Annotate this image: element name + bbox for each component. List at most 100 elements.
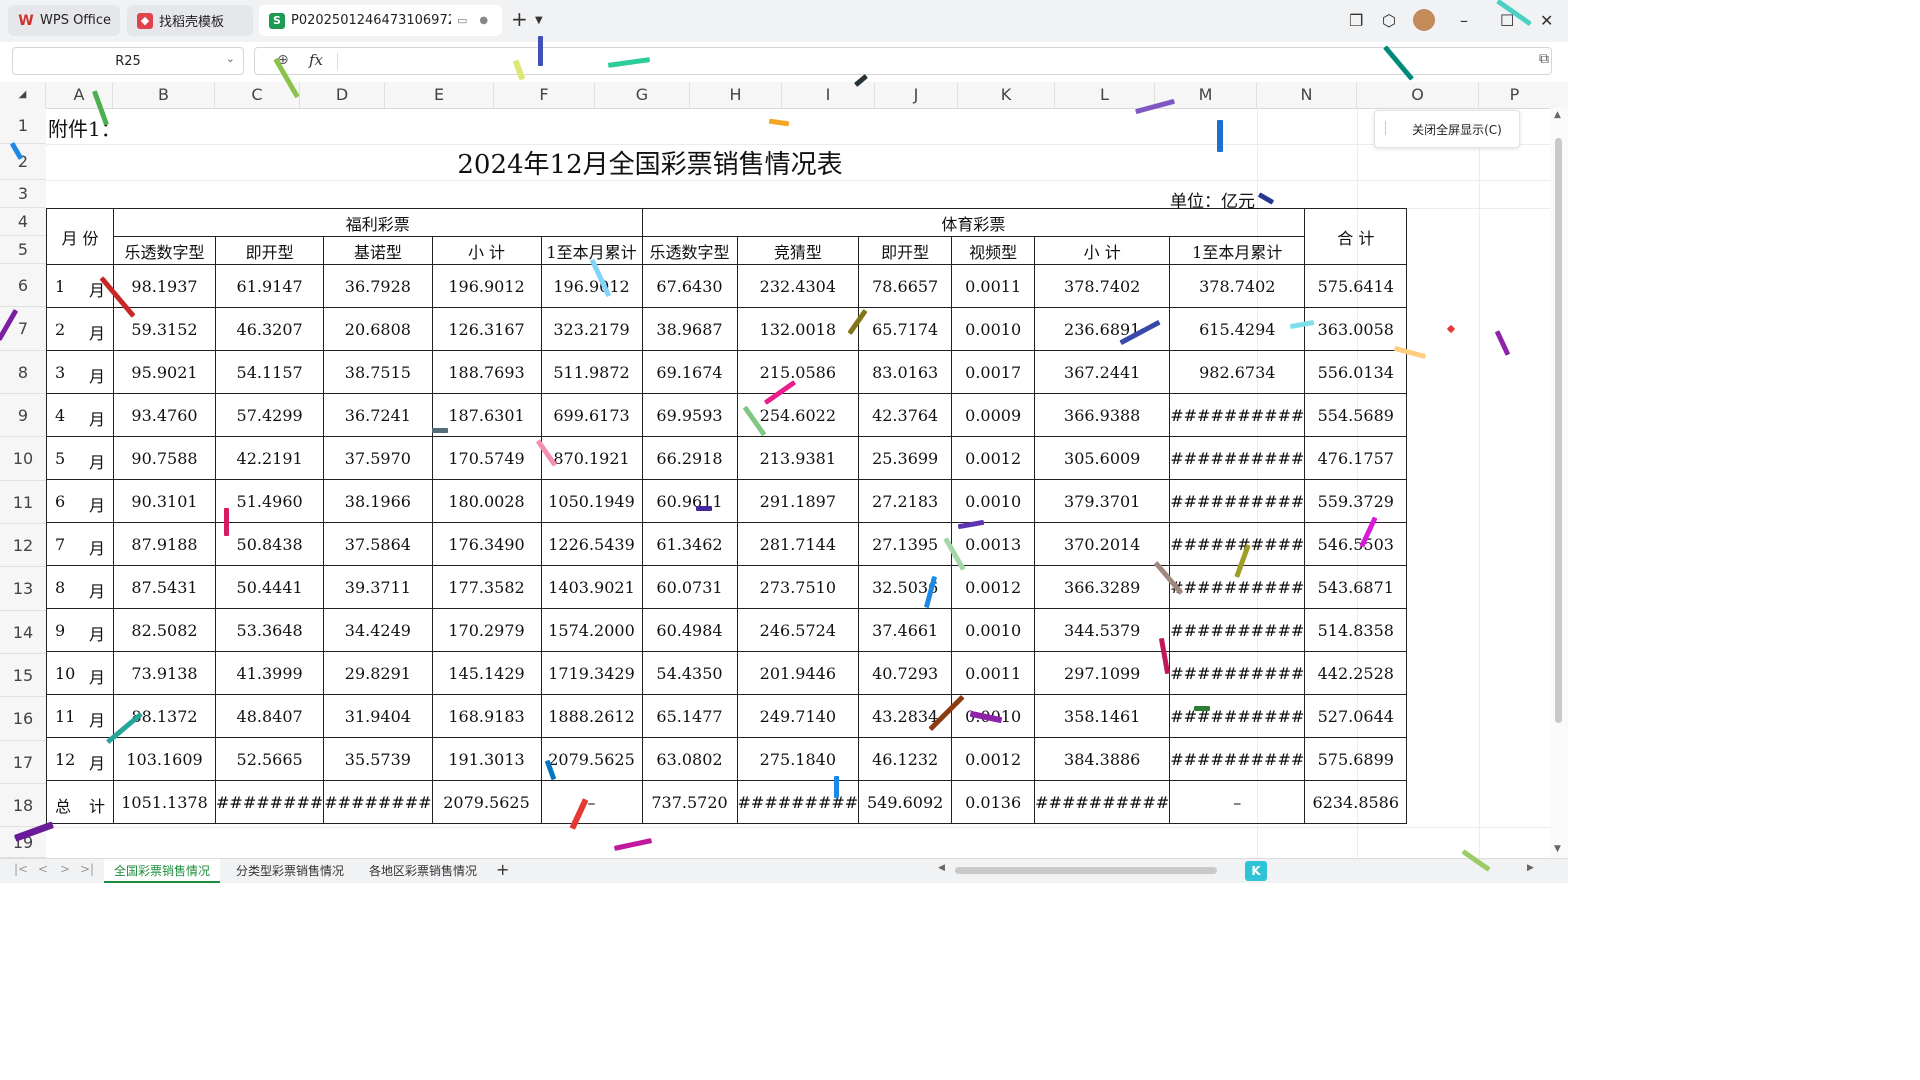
value-cell[interactable]: 511.9872: [540, 350, 643, 394]
tab-docer-templates[interactable]: ◆ 找稻壳模板: [127, 5, 253, 36]
value-cell[interactable]: 575.6899: [1304, 737, 1408, 781]
value-cell[interactable]: 90.7588: [113, 436, 216, 480]
value-cell[interactable]: 60.4984: [641, 608, 738, 652]
value-cell[interactable]: ##########: [1169, 436, 1306, 480]
row-header[interactable]: 6: [0, 264, 46, 307]
month-cell[interactable]: 1月: [46, 264, 114, 308]
value-cell[interactable]: 52.5665: [214, 737, 325, 781]
value-cell[interactable]: 88.1372: [113, 694, 216, 738]
column-subheader[interactable]: 小 计: [431, 236, 542, 265]
value-cell[interactable]: 254.6022: [736, 393, 860, 437]
value-cell[interactable]: 546.5503: [1304, 522, 1408, 566]
value-cell[interactable]: 554.5689: [1304, 393, 1408, 437]
value-cell[interactable]: ##########: [1169, 694, 1306, 738]
column-subheader[interactable]: 基诺型: [323, 236, 433, 265]
value-cell[interactable]: 27.1395: [858, 522, 953, 566]
column-header[interactable]: J: [875, 82, 958, 108]
value-cell[interactable]: 170.5749: [431, 436, 542, 480]
value-cell[interactable]: 50.4441: [214, 565, 325, 609]
prev-sheet-icon[interactable]: <: [38, 862, 48, 876]
value-cell[interactable]: 29.8291: [323, 651, 433, 695]
total-value-cell[interactable]: 2079.5625: [431, 780, 542, 824]
value-cell[interactable]: 344.5379: [1034, 608, 1171, 652]
value-cell[interactable]: 87.5431: [113, 565, 216, 609]
value-cell[interactable]: ##########: [1169, 522, 1306, 566]
value-cell[interactable]: 575.6414: [1304, 264, 1408, 308]
value-cell[interactable]: 442.2528: [1304, 651, 1408, 695]
value-cell[interactable]: 168.9183: [431, 694, 542, 738]
scroll-left-icon[interactable]: ◀: [938, 863, 945, 873]
column-header[interactable]: L: [1055, 82, 1155, 108]
value-cell[interactable]: 0.0012: [951, 565, 1036, 609]
value-cell[interactable]: 273.7510: [736, 565, 860, 609]
value-cell[interactable]: 51.4960: [214, 479, 325, 523]
column-subheader[interactable]: 即开型: [858, 236, 953, 265]
value-cell[interactable]: 323.2179: [540, 307, 643, 351]
month-cell[interactable]: 8月: [46, 565, 114, 609]
sheet-tab-national[interactable]: 全国彩票销售情况: [104, 859, 221, 883]
column-subheader[interactable]: 小 计: [1034, 236, 1171, 265]
column-subheader[interactable]: 1至本月累计: [1169, 236, 1306, 265]
value-cell[interactable]: 305.6009: [1034, 436, 1171, 480]
scroll-down-icon[interactable]: ▼: [1554, 844, 1561, 854]
value-cell[interactable]: 615.4294: [1169, 307, 1306, 351]
row-header[interactable]: 5: [0, 236, 46, 264]
horizontal-scroll-thumb[interactable]: [955, 867, 1217, 874]
column-subheader[interactable]: 乐透数字型: [113, 236, 216, 265]
value-cell[interactable]: 543.6871: [1304, 565, 1408, 609]
value-cell[interactable]: 1574.2000: [540, 608, 643, 652]
value-cell[interactable]: 1050.1949: [540, 479, 643, 523]
sports-lottery-header[interactable]: 体育彩票: [641, 208, 1306, 237]
column-subheader[interactable]: 竞猜型: [736, 236, 860, 265]
total-value-cell[interactable]: ##########: [1034, 780, 1171, 824]
scroll-up-icon[interactable]: ▲: [1554, 110, 1561, 120]
expand-formula-icon[interactable]: ⧉: [1539, 51, 1549, 67]
value-cell[interactable]: 291.1897: [736, 479, 860, 523]
value-cell[interactable]: 38.9687: [641, 307, 738, 351]
value-cell[interactable]: 358.1461: [1034, 694, 1171, 738]
value-cell[interactable]: 98.1937: [113, 264, 216, 308]
value-cell[interactable]: 132.0018: [736, 307, 860, 351]
column-header[interactable]: A: [46, 82, 113, 108]
value-cell[interactable]: 69.9593: [641, 393, 738, 437]
value-cell[interactable]: 61.3462: [641, 522, 738, 566]
unsaved-dot-icon[interactable]: ●: [479, 15, 488, 26]
month-cell[interactable]: 3月: [46, 350, 114, 394]
value-cell[interactable]: 36.7241: [323, 393, 433, 437]
value-cell[interactable]: 31.9404: [323, 694, 433, 738]
value-cell[interactable]: 1888.2612: [540, 694, 643, 738]
row-header[interactable]: 2: [0, 144, 46, 180]
column-header[interactable]: K: [958, 82, 1055, 108]
value-cell[interactable]: 0.0010: [951, 307, 1036, 351]
total-value-cell[interactable]: 737.5720: [641, 780, 738, 824]
value-cell[interactable]: 69.1674: [641, 350, 738, 394]
column-header[interactable]: D: [300, 82, 385, 108]
value-cell[interactable]: 177.3582: [431, 565, 542, 609]
value-cell[interactable]: 90.3101: [113, 479, 216, 523]
value-cell[interactable]: 170.2979: [431, 608, 542, 652]
value-cell[interactable]: 41.3999: [214, 651, 325, 695]
sheet-title[interactable]: 2024年12月全国彩票销售情况表: [385, 144, 915, 180]
value-cell[interactable]: 87.9188: [113, 522, 216, 566]
value-cell[interactable]: 38.7515: [323, 350, 433, 394]
value-cell[interactable]: 60.9611: [641, 479, 738, 523]
column-header[interactable]: E: [385, 82, 494, 108]
chevron-down-icon[interactable]: ⌄: [226, 52, 235, 65]
value-cell[interactable]: 42.2191: [214, 436, 325, 480]
row-header[interactable]: 14: [0, 611, 46, 654]
chevron-down-icon[interactable]: ▼: [535, 15, 543, 26]
month-cell[interactable]: 4月: [46, 393, 114, 437]
value-cell[interactable]: 37.5864: [323, 522, 433, 566]
value-cell[interactable]: 65.7174: [858, 307, 953, 351]
value-cell[interactable]: 191.3013: [431, 737, 542, 781]
fx-icon[interactable]: fx: [309, 51, 323, 69]
value-cell[interactable]: 379.3701: [1034, 479, 1171, 523]
value-cell[interactable]: 370.2014: [1034, 522, 1171, 566]
value-cell[interactable]: 27.2183: [858, 479, 953, 523]
value-cell[interactable]: 66.2918: [641, 436, 738, 480]
value-cell[interactable]: 54.4350: [641, 651, 738, 695]
value-cell[interactable]: 20.6808: [323, 307, 433, 351]
name-box[interactable]: R25 ⌄: [12, 47, 244, 75]
value-cell[interactable]: 196.9012: [540, 264, 643, 308]
value-cell[interactable]: 53.3648: [214, 608, 325, 652]
